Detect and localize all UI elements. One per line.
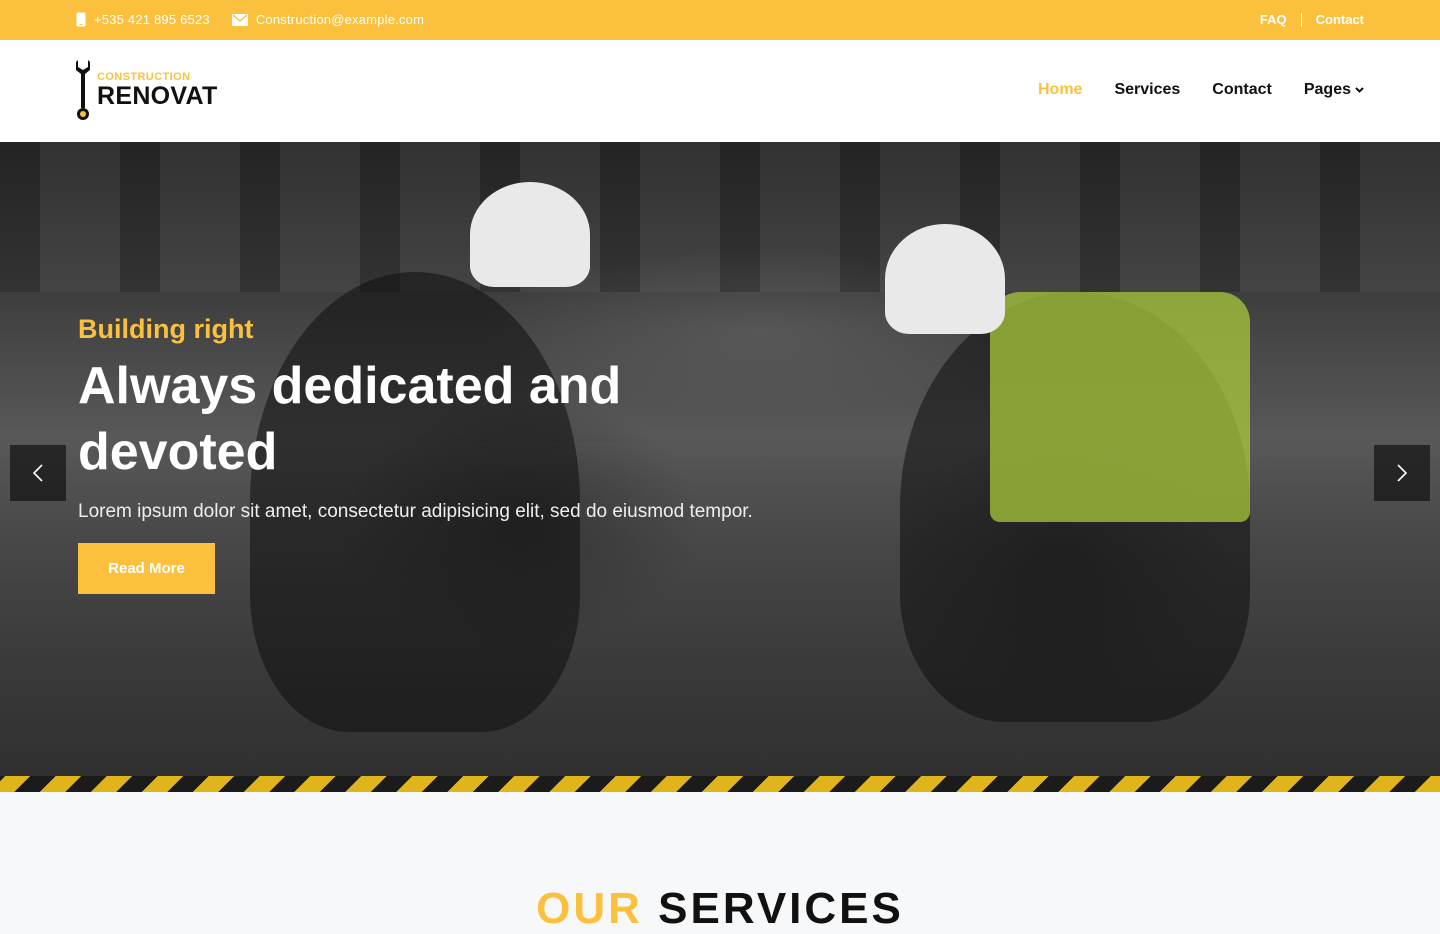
worker-right-vest [990, 292, 1250, 522]
nav-services[interactable]: Services [1114, 81, 1180, 99]
logo-text: CONSTRUCTION RENOVAT [97, 72, 218, 110]
phone-icon [76, 12, 86, 27]
email-contact[interactable]: Construction@example.com [231, 12, 425, 27]
logo-name: RENOVAT [97, 82, 218, 110]
hero-subtitle: Building right [78, 314, 254, 344]
nav-pages-label: Pages [1303, 81, 1351, 98]
phone-number: +535 421 895 6523 [94, 12, 210, 27]
services-heading-accent: OUR [536, 884, 643, 933]
hero-slider: Building right Always dedicated and devo… [0, 142, 1440, 792]
topbar-links: FAQ Contact [1260, 12, 1364, 27]
nav-home[interactable]: Home [1038, 81, 1082, 99]
services-section: OUR SERVICES [0, 792, 1440, 933]
hero-content: Building right Always dedicated and devo… [78, 314, 798, 594]
main-nav: Home Services Contact Pages [1038, 81, 1364, 99]
slider-prev-button[interactable] [10, 445, 66, 501]
envelope-icon [231, 13, 248, 26]
topbar-divider [1300, 12, 1302, 27]
services-heading: OUR SERVICES [0, 884, 1440, 934]
hazard-stripe-divider [0, 776, 1440, 792]
chevron-right-icon [1397, 464, 1408, 482]
email-address: Construction@example.com [255, 12, 425, 27]
nav-contact[interactable]: Contact [1212, 81, 1272, 99]
nav-pages[interactable]: Pages [1304, 81, 1364, 99]
read-more-button[interactable]: Read More [78, 543, 215, 594]
top-bar: +535 421 895 6523 Construction@example.c… [0, 0, 1440, 40]
wrench-icon [76, 60, 90, 120]
topbar-contact-link[interactable]: Contact [1316, 12, 1364, 27]
hero-background-ceiling [0, 142, 1440, 292]
services-heading-main: SERVICES [658, 884, 904, 933]
hero-title: Always dedicated and devoted [78, 357, 622, 481]
chevron-left-icon [32, 464, 43, 482]
site-header: CONSTRUCTION RENOVAT Home Services Conta… [0, 40, 1440, 142]
slider-next-button[interactable] [1374, 445, 1430, 501]
worker-right-helmet [885, 224, 1005, 334]
faq-link[interactable]: FAQ [1260, 12, 1287, 27]
worker-left-helmet [470, 182, 590, 287]
chevron-down-icon [1355, 87, 1364, 93]
topbar-contact: +535 421 895 6523 Construction@example.c… [76, 12, 424, 27]
hero-description: Lorem ipsum dolor sit amet, consectetur … [78, 501, 753, 522]
phone-contact[interactable]: +535 421 895 6523 [76, 12, 210, 27]
logo[interactable]: CONSTRUCTION RENOVAT [74, 60, 218, 122]
